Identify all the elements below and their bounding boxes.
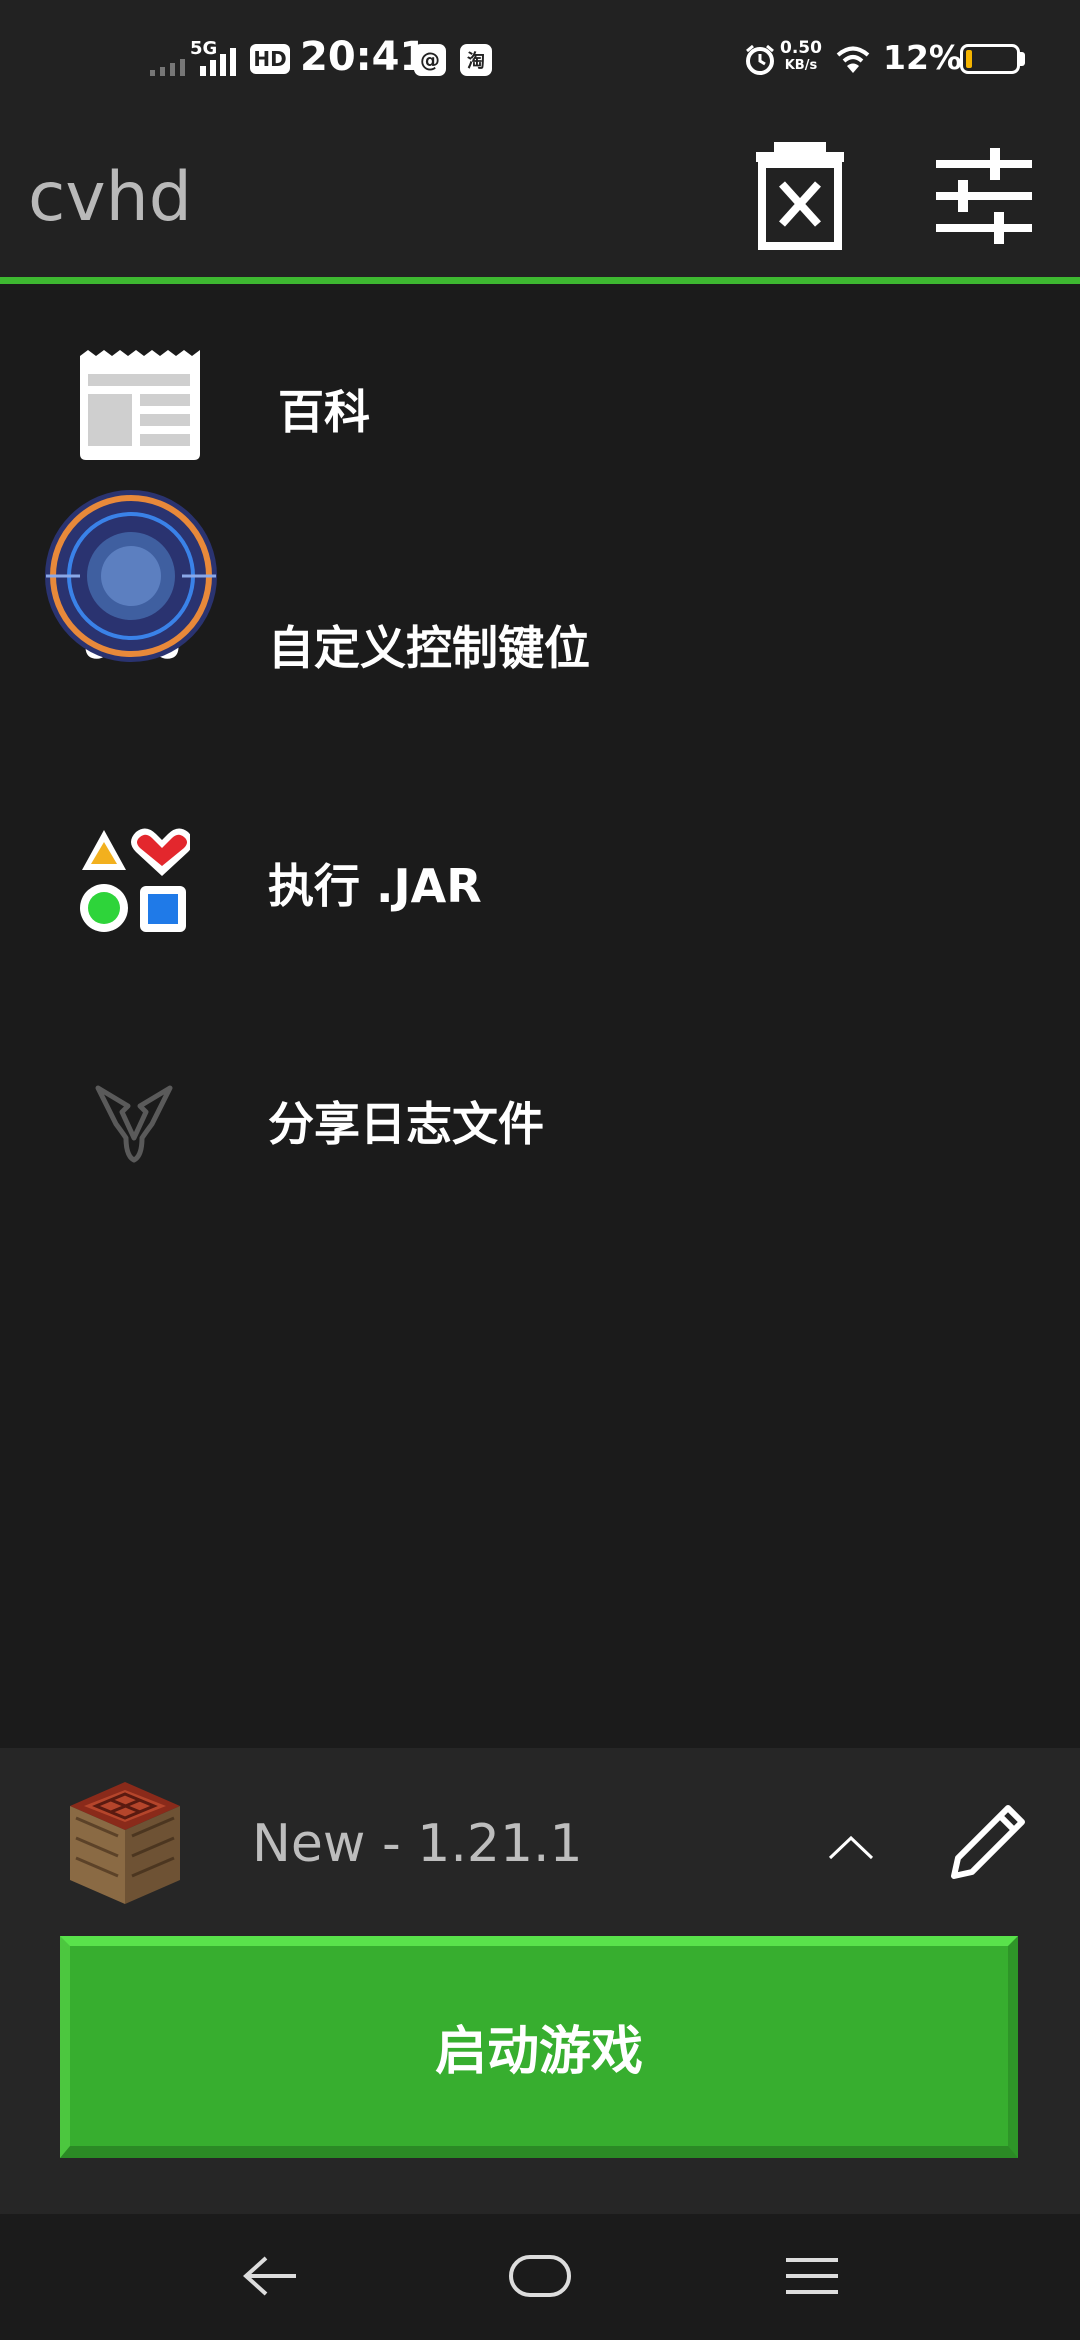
chevron-up-icon[interactable] — [826, 1828, 876, 1864]
menu-item-label: 百科 — [278, 385, 370, 439]
menu-item-label: 分享日志文件 — [268, 1097, 544, 1151]
battery-icon — [960, 44, 1020, 74]
recents-menu-icon[interactable] — [784, 2254, 840, 2298]
signal-bars-icon — [200, 48, 236, 76]
newspaper-icon — [80, 350, 200, 460]
clock: 20:41 — [300, 34, 428, 80]
launch-game-button[interactable]: 启动游戏 — [60, 1936, 1018, 2158]
page-title: cvhd — [28, 158, 192, 237]
speed-unit: KB/s — [784, 58, 818, 73]
header-divider — [0, 277, 1080, 284]
profile-name[interactable]: New - 1.21.1 — [252, 1814, 583, 1874]
battery-tip — [1020, 52, 1025, 66]
menu-item-label: 自定义控制键位 — [268, 621, 590, 675]
crafting-table-icon[interactable] — [66, 1778, 184, 1906]
menu-item-run-jar[interactable]: 执行 .JAR — [0, 788, 1080, 988]
menu-item-share-logs[interactable]: 分享日志文件 — [0, 1028, 1080, 1228]
back-arrow-icon[interactable] — [240, 2252, 300, 2300]
menu-item-wiki[interactable]: 百科 — [0, 308, 1080, 508]
clear-button[interactable] — [752, 140, 848, 250]
notification-app-icon: @ — [414, 44, 446, 76]
shapes-icon — [80, 828, 190, 932]
gamepad-icon — [45, 490, 217, 662]
delete-icon — [756, 142, 844, 250]
network-speed: 0.50 KB/s — [780, 40, 822, 74]
share-icon — [95, 1085, 173, 1163]
speed-value: 0.50 — [780, 38, 822, 58]
menu-item-custom-controls[interactable]: 自定义控制键位 — [0, 490, 1080, 708]
alarm-icon — [746, 44, 774, 75]
battery-fill — [966, 50, 972, 68]
signal-bars-icon — [150, 59, 185, 76]
settings-button[interactable] — [928, 140, 1040, 250]
status-bar: 5G HD 20:41 @ 淘 0.50 KB/s 12% — [0, 0, 1080, 120]
sliders-icon — [936, 148, 1032, 244]
notification-app-icon: 淘 — [460, 44, 492, 76]
pencil-icon[interactable] — [946, 1800, 1030, 1884]
home-icon[interactable] — [508, 2254, 572, 2298]
wifi-icon — [836, 46, 870, 73]
hd-voice-badge: HD — [250, 44, 290, 74]
menu-item-label: 执行 .JAR — [268, 859, 482, 913]
battery-percent: 12% — [883, 38, 962, 77]
launch-game-label: 启动游戏 — [434, 2021, 643, 2082]
